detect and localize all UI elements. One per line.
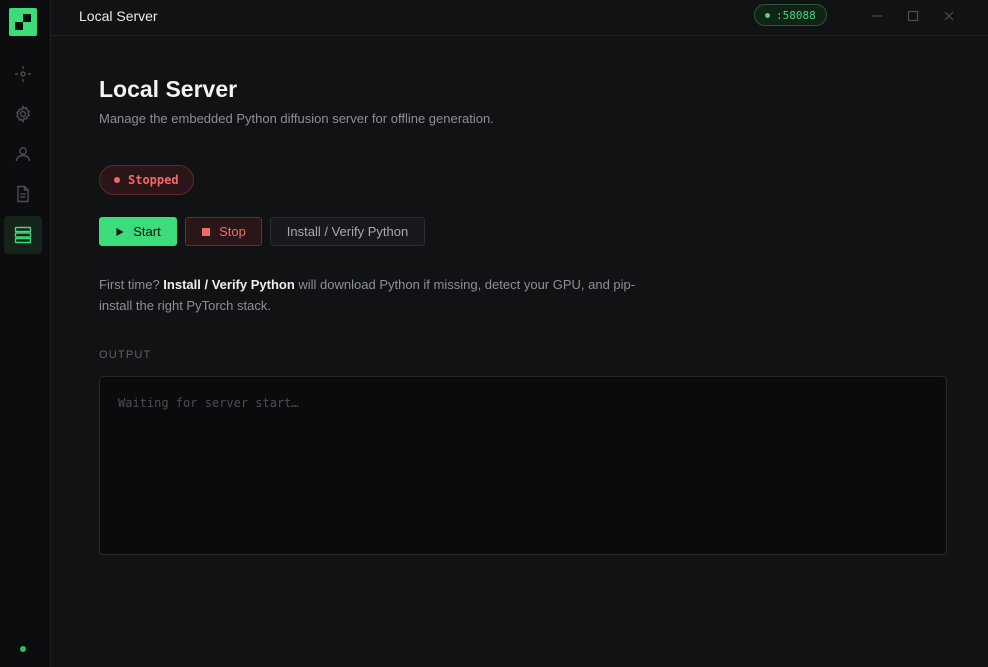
sidebar-item-docs[interactable]	[4, 175, 42, 213]
output-placeholder: Waiting for server start…	[118, 396, 299, 410]
page-subtitle: Manage the embedded Python diffusion ser…	[99, 111, 494, 126]
main-area: Local Server :58088 Local Server Manage …	[51, 0, 988, 667]
stop-icon	[202, 227, 211, 236]
document-icon	[17, 185, 29, 203]
page-title: Local Server	[99, 76, 238, 102]
server-icon	[14, 226, 32, 244]
close-button[interactable]	[939, 6, 959, 26]
maximize-button[interactable]	[903, 6, 923, 26]
hint-emphasis: Install / Verify Python	[163, 277, 295, 292]
start-button-label: Start	[133, 224, 161, 239]
sidebar-item-local-server[interactable]	[4, 216, 42, 254]
connection-status-dot	[20, 646, 26, 652]
target-icon	[15, 66, 31, 82]
output-label: OUTPUT	[99, 349, 152, 361]
hint-prefix: First time?	[99, 277, 164, 292]
sidebar-item-generate[interactable]	[4, 55, 42, 93]
app-logo	[9, 8, 37, 36]
minimize-button[interactable]	[867, 6, 887, 26]
user-icon	[15, 147, 31, 162]
port-status-dot	[765, 12, 770, 18]
server-status-badge: Stopped	[99, 165, 194, 195]
sidebar	[0, 0, 51, 667]
port-badge: :58088	[754, 4, 827, 26]
sidebar-item-account[interactable]	[4, 135, 42, 173]
window-title: Local Server	[79, 8, 158, 24]
start-button[interactable]: Start	[99, 217, 177, 246]
status-dot	[114, 177, 120, 183]
output-console[interactable]: Waiting for server start…	[99, 376, 947, 555]
gear-icon	[15, 105, 31, 123]
install-verify-python-button[interactable]: Install / Verify Python	[270, 217, 425, 246]
minimize-icon	[872, 15, 882, 17]
port-label: :58088	[776, 8, 816, 22]
sidebar-item-settings[interactable]	[4, 95, 42, 133]
stop-button-label: Stop	[219, 224, 246, 239]
maximize-icon	[907, 10, 919, 22]
setup-hint: First time? Install / Verify Python will…	[99, 274, 639, 316]
app-window: Local Server :58088 Local Server Manage …	[0, 0, 988, 667]
title-bar: Local Server :58088	[51, 0, 988, 36]
stop-button[interactable]: Stop	[185, 217, 262, 246]
status-text: Stopped	[128, 173, 179, 187]
play-icon	[116, 227, 124, 236]
install-button-label: Install / Verify Python	[286, 224, 409, 239]
close-icon	[944, 11, 954, 21]
